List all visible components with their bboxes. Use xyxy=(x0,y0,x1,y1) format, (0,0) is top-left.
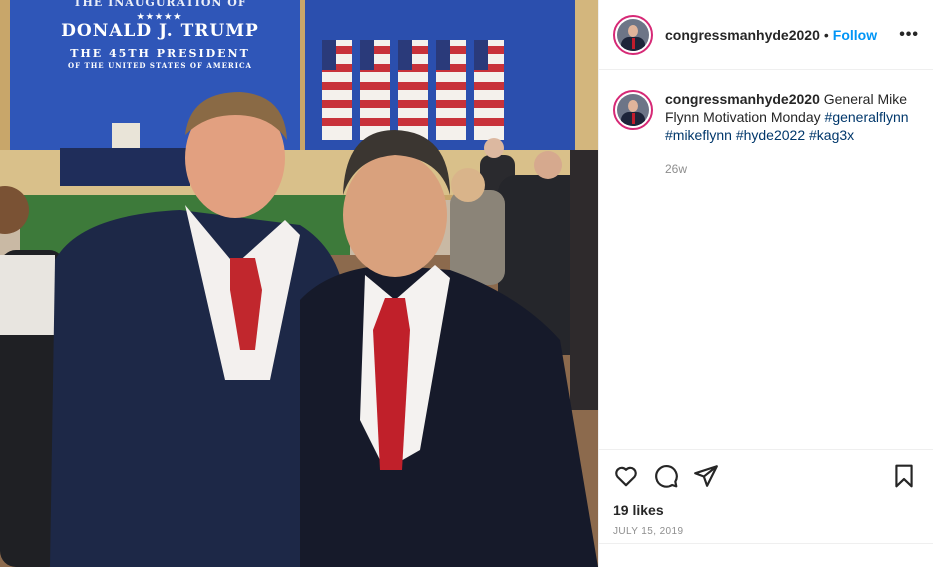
comment-icon[interactable] xyxy=(653,463,679,489)
photo-scene xyxy=(0,0,598,567)
banner-subtitle: OF THE UNITED STATES OF AMERICA xyxy=(67,61,252,70)
bookmark-icon[interactable] xyxy=(891,463,917,489)
separator-dot: • xyxy=(823,26,829,43)
caption-avatar[interactable] xyxy=(613,90,653,130)
post-header: congressmanhyde2020 • Follow ••• xyxy=(599,0,933,70)
banner-title: THE 45TH PRESIDENT xyxy=(70,47,250,60)
stage-banner: THE INAUGURATION OF ★★★★★ DONALD J. TRUM… xyxy=(18,0,302,70)
post-date: JULY 15, 2019 xyxy=(613,526,684,537)
banner-name: DONALD J. TRUMP xyxy=(61,21,259,41)
hashtag[interactable]: #kag3x xyxy=(809,127,854,143)
post-side-panel: congressmanhyde2020 • Follow ••• congres… xyxy=(598,0,933,567)
hashtag[interactable]: #mikeflynn xyxy=(665,127,732,143)
header-username[interactable]: congressmanhyde2020 xyxy=(665,27,820,43)
hashtag[interactable]: #hyde2022 xyxy=(736,127,805,143)
hashtag[interactable]: #generalflynn xyxy=(825,109,909,125)
add-comment-area[interactable] xyxy=(599,543,933,567)
caption-username[interactable]: congressmanhyde2020 xyxy=(665,91,820,107)
banner-stars: ★★★★★ xyxy=(137,11,183,21)
avatar[interactable] xyxy=(613,14,653,55)
post-age[interactable]: 26w xyxy=(665,160,919,178)
caption: congressmanhyde2020 General Mike Flynn M… xyxy=(599,70,933,178)
post-photo[interactable]: THE INAUGURATION OF ★★★★★ DONALD J. TRUM… xyxy=(0,0,598,567)
likes-count[interactable]: 19 likes xyxy=(613,502,919,518)
action-bar: 19 likes JULY 15, 2019 xyxy=(599,449,933,537)
avatar-image xyxy=(617,94,649,126)
avatar-image xyxy=(617,18,649,51)
banner-top-line: THE INAUGURATION OF xyxy=(73,0,247,9)
heart-icon[interactable] xyxy=(613,463,639,489)
more-icon[interactable]: ••• xyxy=(899,26,919,44)
share-icon[interactable] xyxy=(693,463,719,489)
follow-button[interactable]: Follow xyxy=(833,27,877,43)
caption-body: congressmanhyde2020 General Mike Flynn M… xyxy=(665,90,919,178)
